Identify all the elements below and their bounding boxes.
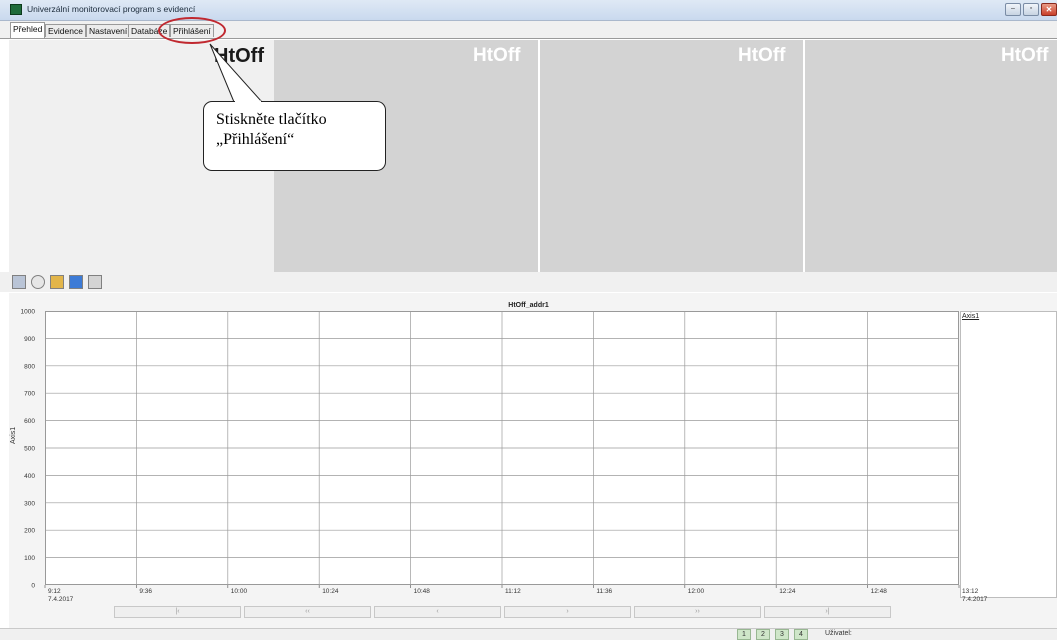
print-icon[interactable] xyxy=(88,275,102,289)
scroll-forward-button[interactable]: › xyxy=(504,606,631,618)
refresh-icon[interactable] xyxy=(31,275,45,289)
edit-icon[interactable] xyxy=(12,275,26,289)
scroll-first-button[interactable]: |‹ xyxy=(114,606,241,618)
scroll-page-back-button[interactable]: ‹‹ xyxy=(244,606,371,618)
callout-line-2: „Přihlášení“ xyxy=(216,131,295,148)
scroll-back-button[interactable]: ‹ xyxy=(374,606,501,618)
callout-pointer-cover xyxy=(235,100,261,103)
folders-icon[interactable] xyxy=(50,275,64,289)
chart-toolbar xyxy=(0,272,1057,292)
page-button-4[interactable]: 4 xyxy=(794,629,808,640)
user-label: Uživatel: xyxy=(825,630,852,637)
chart-plot-area xyxy=(45,311,959,585)
save-icon[interactable] xyxy=(69,275,83,289)
chart-legend xyxy=(960,311,1057,598)
page-button-2[interactable]: 2 xyxy=(756,629,770,640)
y-axis-label: Axis1 xyxy=(10,426,17,444)
scroll-page-forward-button[interactable]: ›› xyxy=(634,606,761,618)
callout-text: Stiskněte tlačítko „Přihlášení“ xyxy=(216,110,376,150)
legend-item-axis1[interactable]: Axis1 xyxy=(962,313,979,320)
page-button-1[interactable]: 1 xyxy=(737,629,751,640)
callout-line-1: Stiskněte tlačítko xyxy=(216,111,327,128)
chart-title: HtOff_addr1 xyxy=(508,302,549,309)
scroll-last-button[interactable]: ›| xyxy=(764,606,891,618)
status-bar xyxy=(0,628,1057,640)
page-button-3[interactable]: 3 xyxy=(775,629,789,640)
